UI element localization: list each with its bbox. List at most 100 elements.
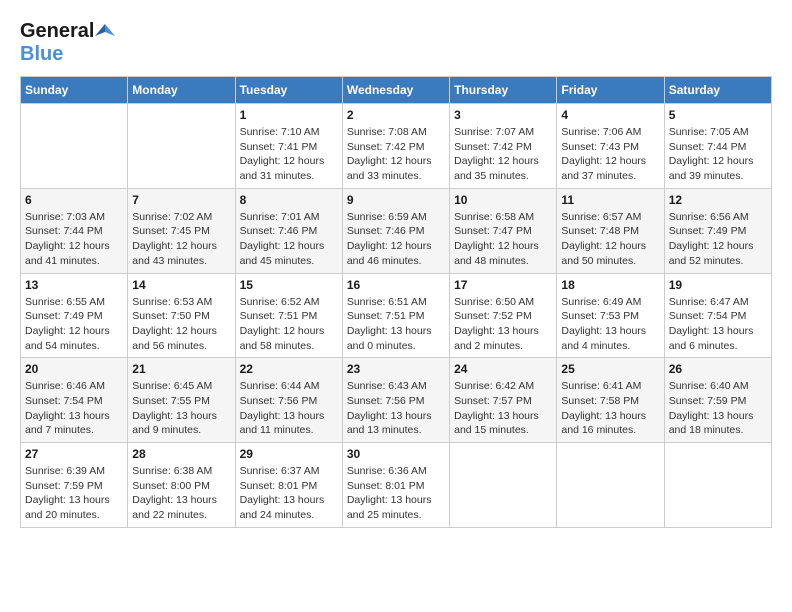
day-number: 25 [561, 362, 659, 376]
day-number: 7 [132, 193, 230, 207]
day-info: Sunrise: 7:07 AM Sunset: 7:42 PM Dayligh… [454, 125, 552, 184]
day-number: 10 [454, 193, 552, 207]
day-info: Sunrise: 6:56 AM Sunset: 7:49 PM Dayligh… [669, 210, 767, 269]
calendar-cell: 10Sunrise: 6:58 AM Sunset: 7:47 PM Dayli… [450, 188, 557, 273]
day-info: Sunrise: 7:03 AM Sunset: 7:44 PM Dayligh… [25, 210, 123, 269]
calendar-cell: 27 Sunrise: 6:39 AM Sunset: 7:59 PM Dayli… [21, 443, 128, 528]
calendar-cell: 6Sunrise: 7:03 AM Sunset: 7:44 PM Daylig… [21, 188, 128, 273]
calendar-cell: 21 Sunrise: 6:45 AM Sunset: 7:55 PM Dayli… [128, 358, 235, 443]
day-number: 22 [240, 362, 338, 376]
logo-general-text: General [20, 20, 94, 43]
day-number: 27 [25, 447, 123, 461]
day-info: Sunrise: 7:01 AM Sunset: 7:46 PM Dayligh… [240, 210, 338, 269]
day-number: 17 [454, 278, 552, 292]
day-number: 20 [25, 362, 123, 376]
calendar-cell: 30 Sunrise: 6:36 AM Sunset: 8:01 PM Dayli… [342, 443, 449, 528]
day-of-week-header: Sunday [21, 77, 128, 104]
day-number: 18 [561, 278, 659, 292]
day-info: Sunrise: 7:10 AM Sunset: 7:41 PM Dayligh… [240, 125, 338, 184]
day-number: 5 [669, 108, 767, 122]
logo-blue-text: Blue [20, 43, 63, 66]
day-info: Sunrise: 6:51 AM Sunset: 7:51 PM Dayligh… [347, 295, 445, 354]
day-info: Sunrise: 6:52 AM Sunset: 7:51 PM Dayligh… [240, 295, 338, 354]
calendar-cell [128, 104, 235, 189]
calendar-cell: 23 Sunrise: 6:43 AM Sunset: 7:56 PM Dayli… [342, 358, 449, 443]
calendar-cell: 26 Sunrise: 6:40 AM Sunset: 7:59 PM Dayli… [664, 358, 771, 443]
day-info: Sunrise: 6:41 AM Sunset: 7:58 PM Dayligh… [561, 379, 659, 438]
calendar-cell [21, 104, 128, 189]
calendar-cell [557, 443, 664, 528]
day-info: Sunrise: 6:46 AM Sunset: 7:54 PM Dayligh… [25, 379, 123, 438]
day-number: 14 [132, 278, 230, 292]
day-number: 1 [240, 108, 338, 122]
calendar-cell: 17 Sunrise: 6:50 AM Sunset: 7:52 PM Dayli… [450, 273, 557, 358]
calendar-cell: 19 Sunrise: 6:47 AM Sunset: 7:54 PM Dayli… [664, 273, 771, 358]
calendar-cell: 4 Sunrise: 7:06 AM Sunset: 7:43 PM Daylig… [557, 104, 664, 189]
calendar-week-row: 27 Sunrise: 6:39 AM Sunset: 7:59 PM Dayli… [21, 443, 772, 528]
day-number: 15 [240, 278, 338, 292]
day-info: Sunrise: 7:08 AM Sunset: 7:42 PM Dayligh… [347, 125, 445, 184]
calendar-cell: 13Sunrise: 6:55 AM Sunset: 7:49 PM Dayli… [21, 273, 128, 358]
calendar-cell: 25 Sunrise: 6:41 AM Sunset: 7:58 PM Dayli… [557, 358, 664, 443]
day-info: Sunrise: 6:37 AM Sunset: 8:01 PM Dayligh… [240, 464, 338, 523]
day-of-week-header: Monday [128, 77, 235, 104]
calendar-cell: 9Sunrise: 6:59 AM Sunset: 7:46 PM Daylig… [342, 188, 449, 273]
day-number: 11 [561, 193, 659, 207]
calendar-cell: 16 Sunrise: 6:51 AM Sunset: 7:51 PM Dayli… [342, 273, 449, 358]
day-number: 4 [561, 108, 659, 122]
day-info: Sunrise: 6:38 AM Sunset: 8:00 PM Dayligh… [132, 464, 230, 523]
day-number: 30 [347, 447, 445, 461]
day-of-week-header: Tuesday [235, 77, 342, 104]
day-info: Sunrise: 6:45 AM Sunset: 7:55 PM Dayligh… [132, 379, 230, 438]
calendar-cell: 24Sunrise: 6:42 AM Sunset: 7:57 PM Dayli… [450, 358, 557, 443]
day-number: 19 [669, 278, 767, 292]
calendar-week-row: 13Sunrise: 6:55 AM Sunset: 7:49 PM Dayli… [21, 273, 772, 358]
day-info: Sunrise: 6:49 AM Sunset: 7:53 PM Dayligh… [561, 295, 659, 354]
day-info: Sunrise: 7:02 AM Sunset: 7:45 PM Dayligh… [132, 210, 230, 269]
calendar-cell: 5Sunrise: 7:05 AM Sunset: 7:44 PM Daylig… [664, 104, 771, 189]
day-number: 26 [669, 362, 767, 376]
day-info: Sunrise: 6:53 AM Sunset: 7:50 PM Dayligh… [132, 295, 230, 354]
logo: General Blue [20, 20, 115, 66]
day-info: Sunrise: 6:47 AM Sunset: 7:54 PM Dayligh… [669, 295, 767, 354]
day-info: Sunrise: 6:44 AM Sunset: 7:56 PM Dayligh… [240, 379, 338, 438]
page-header: General Blue [20, 20, 772, 66]
calendar-cell: 3 Sunrise: 7:07 AM Sunset: 7:42 PM Daylig… [450, 104, 557, 189]
day-number: 28 [132, 447, 230, 461]
calendar-cell: 14 Sunrise: 6:53 AM Sunset: 7:50 PM Dayli… [128, 273, 235, 358]
day-number: 21 [132, 362, 230, 376]
day-number: 2 [347, 108, 445, 122]
day-number: 3 [454, 108, 552, 122]
calendar-cell: 20 Sunrise: 6:46 AM Sunset: 7:54 PM Dayli… [21, 358, 128, 443]
day-info: Sunrise: 6:39 AM Sunset: 7:59 PM Dayligh… [25, 464, 123, 523]
day-number: 24 [454, 362, 552, 376]
day-info: Sunrise: 6:43 AM Sunset: 7:56 PM Dayligh… [347, 379, 445, 438]
day-number: 16 [347, 278, 445, 292]
day-number: 12 [669, 193, 767, 207]
day-number: 23 [347, 362, 445, 376]
calendar-cell: 1 Sunrise: 7:10 AM Sunset: 7:41 PM Daylig… [235, 104, 342, 189]
day-of-week-header: Thursday [450, 77, 557, 104]
day-info: Sunrise: 6:55 AM Sunset: 7:49 PM Dayligh… [25, 295, 123, 354]
logo-bird-icon [95, 22, 115, 42]
day-info: Sunrise: 6:57 AM Sunset: 7:48 PM Dayligh… [561, 210, 659, 269]
day-of-week-header: Wednesday [342, 77, 449, 104]
calendar-week-row: 1 Sunrise: 7:10 AM Sunset: 7:41 PM Daylig… [21, 104, 772, 189]
calendar-cell: 11 Sunrise: 6:57 AM Sunset: 7:48 PM Dayli… [557, 188, 664, 273]
calendar-cell: 22 Sunrise: 6:44 AM Sunset: 7:56 PM Dayli… [235, 358, 342, 443]
day-of-week-header: Friday [557, 77, 664, 104]
day-info: Sunrise: 6:59 AM Sunset: 7:46 PM Dayligh… [347, 210, 445, 269]
day-info: Sunrise: 6:40 AM Sunset: 7:59 PM Dayligh… [669, 379, 767, 438]
calendar-header-row: SundayMondayTuesdayWednesdayThursdayFrid… [21, 77, 772, 104]
calendar-cell: 29Sunrise: 6:37 AM Sunset: 8:01 PM Dayli… [235, 443, 342, 528]
calendar-week-row: 20 Sunrise: 6:46 AM Sunset: 7:54 PM Dayli… [21, 358, 772, 443]
calendar-cell: 15 Sunrise: 6:52 AM Sunset: 7:51 PM Dayli… [235, 273, 342, 358]
calendar-cell: 12 Sunrise: 6:56 AM Sunset: 7:49 PM Dayli… [664, 188, 771, 273]
day-of-week-header: Saturday [664, 77, 771, 104]
calendar-cell: 28 Sunrise: 6:38 AM Sunset: 8:00 PM Dayli… [128, 443, 235, 528]
day-info: Sunrise: 7:06 AM Sunset: 7:43 PM Dayligh… [561, 125, 659, 184]
day-info: Sunrise: 6:36 AM Sunset: 8:01 PM Dayligh… [347, 464, 445, 523]
calendar-cell: 7 Sunrise: 7:02 AM Sunset: 7:45 PM Daylig… [128, 188, 235, 273]
day-info: Sunrise: 6:50 AM Sunset: 7:52 PM Dayligh… [454, 295, 552, 354]
calendar-cell: 18 Sunrise: 6:49 AM Sunset: 7:53 PM Dayli… [557, 273, 664, 358]
